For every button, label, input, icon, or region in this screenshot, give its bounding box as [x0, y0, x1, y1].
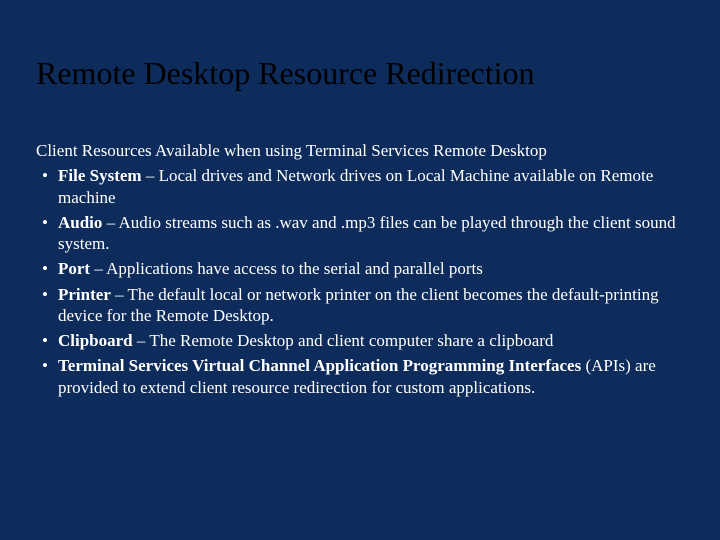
list-item: Audio – Audio streams such as .wav and .…: [36, 212, 684, 255]
bullet-bold: Port: [58, 259, 90, 278]
list-item: Printer – The default local or network p…: [36, 284, 684, 327]
bullet-rest: – Local drives and Network drives on Loc…: [58, 166, 653, 206]
bullet-list: File System – Local drives and Network d…: [36, 165, 684, 398]
slide-title: Remote Desktop Resource Redirection: [36, 56, 684, 91]
intro-text: Client Resources Available when using Te…: [36, 140, 684, 161]
slide: Remote Desktop Resource Redirection Clie…: [0, 0, 720, 540]
bullet-rest: – Applications have access to the serial…: [90, 259, 483, 278]
bullet-rest: – Audio streams such as .wav and .mp3 fi…: [58, 213, 676, 253]
bullet-bold: Audio: [58, 213, 102, 232]
list-item: Terminal Services Virtual Channel Applic…: [36, 355, 684, 398]
bullet-bold: Printer: [58, 285, 111, 304]
bullet-bold: Terminal Services Virtual Channel Applic…: [58, 356, 581, 375]
list-item: File System – Local drives and Network d…: [36, 165, 684, 208]
list-item: Clipboard – The Remote Desktop and clien…: [36, 330, 684, 351]
bullet-rest: – The Remote Desktop and client computer…: [133, 331, 554, 350]
bullet-bold: File System: [58, 166, 142, 185]
bullet-bold: Clipboard: [58, 331, 133, 350]
slide-content: Client Resources Available when using Te…: [36, 140, 684, 402]
list-item: Port – Applications have access to the s…: [36, 258, 684, 279]
bullet-rest: – The default local or network printer o…: [58, 285, 659, 325]
